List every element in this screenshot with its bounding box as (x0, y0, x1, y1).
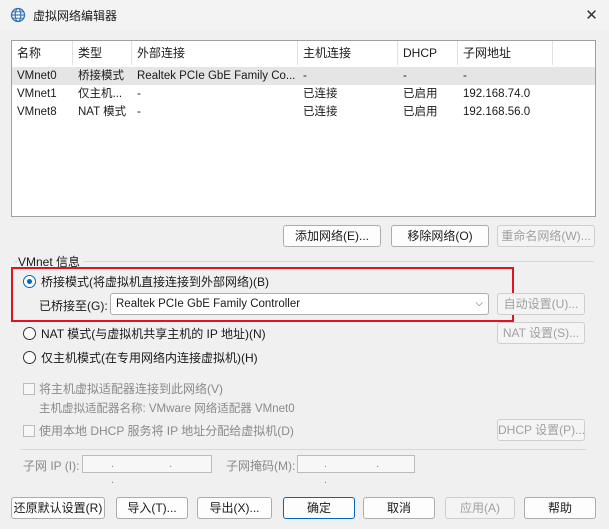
column-header-subnet[interactable]: 子网地址 (458, 41, 553, 65)
bridged-to-label: 已桥接至(G): (39, 299, 108, 313)
column-header-name[interactable]: 名称 (12, 41, 73, 65)
help-button[interactable]: 帮助 (524, 497, 596, 519)
subnet-ip-input[interactable]: . . . (82, 455, 212, 486)
subnet-mask-input[interactable]: . . . (297, 455, 415, 486)
cell-name: VMnet8 (17, 106, 57, 118)
radio-checked-icon (23, 275, 36, 288)
bridged-mode-label: 桥接模式(将虚拟机直接连接到外部网络)(B) (41, 275, 269, 289)
connect-adapter-checkbox[interactable]: 将主机虚拟适配器连接到此网络(V) (23, 380, 223, 397)
table-row[interactable]: VMnet8 NAT 模式 - 已连接 已启用 192.168.56.0 (12, 103, 595, 121)
close-button[interactable]: ✕ (574, 0, 609, 30)
dhcp-settings-button[interactable]: DHCP 设置(P)... (497, 419, 585, 441)
group-divider (14, 261, 594, 262)
close-icon: ✕ (585, 7, 598, 24)
cell-dhcp: 已启用 (403, 88, 438, 100)
rename-network-button[interactable]: 重命名网络(W)... (497, 225, 595, 247)
subnet-mask-label: 子网掩码(M): (226, 459, 296, 473)
apply-button[interactable]: 应用(A) (445, 497, 515, 519)
cell-host: - (303, 70, 307, 82)
cell-name: VMnet0 (17, 70, 57, 82)
remove-network-button[interactable]: 移除网络(O) (391, 225, 489, 247)
globe-icon (10, 7, 26, 23)
cell-type: 桥接模式 (78, 70, 124, 82)
cell-dhcp: - (403, 70, 407, 82)
bridged-mode-radio[interactable]: 桥接模式(将虚拟机直接连接到外部网络)(B) (23, 273, 269, 290)
add-network-button[interactable]: 添加网络(E)... (283, 225, 381, 247)
table-row[interactable]: VMnet0 桥接模式 Realtek PCIe GbE Family Co..… (12, 67, 595, 85)
host-only-label: 仅主机模式(在专用网络内连接虚拟机)(H) (41, 351, 258, 365)
nat-mode-label: NAT 模式(与虚拟机共享主机的 IP 地址)(N) (41, 327, 266, 341)
network-table[interactable]: 名称 类型 外部连接 主机连接 DHCP 子网地址 VMnet0 桥接模式 Re… (11, 40, 596, 217)
cell-host: 已连接 (303, 106, 338, 118)
auto-settings-button[interactable]: 自动设置(U)... (497, 293, 585, 315)
cell-subnet: 192.168.74.0 (463, 88, 531, 100)
radio-unchecked-icon (23, 351, 36, 364)
cell-subnet: 192.168.56.0 (463, 106, 531, 118)
table-row[interactable]: VMnet1 仅主机... - 已连接 已启用 192.168.74.0 (12, 85, 595, 103)
radio-unchecked-icon (23, 327, 36, 340)
column-header-dhcp[interactable]: DHCP (398, 41, 458, 65)
chevron-down-icon: ⌵ (475, 298, 483, 309)
use-dhcp-checkbox[interactable]: 使用本地 DHCP 服务将 IP 地址分配给虚拟机(D) (23, 422, 294, 439)
column-header-host[interactable]: 主机连接 (298, 41, 398, 65)
bridged-to-select[interactable]: Realtek PCIe GbE Family Controller ⌵ (110, 293, 489, 315)
checkbox-icon (23, 382, 35, 395)
cancel-button[interactable]: 取消 (363, 497, 435, 519)
import-button[interactable]: 导入(T)... (116, 497, 188, 519)
export-button[interactable]: 导出(X)... (197, 497, 272, 519)
cell-type: NAT 模式 (78, 106, 127, 118)
cell-host: 已连接 (303, 88, 338, 100)
use-dhcp-label: 使用本地 DHCP 服务将 IP 地址分配给虚拟机(D) (39, 424, 294, 438)
cell-dhcp: 已启用 (403, 106, 438, 118)
ip-separators: . . . (111, 458, 199, 486)
checkbox-icon (23, 424, 35, 437)
divider (20, 449, 586, 450)
host-only-radio[interactable]: 仅主机模式(在专用网络内连接虚拟机)(H) (23, 349, 258, 366)
ok-button[interactable]: 确定 (283, 497, 355, 519)
cell-type: 仅主机... (78, 88, 123, 100)
cell-name: VMnet1 (17, 88, 57, 100)
mask-separators: . . . (324, 458, 403, 486)
nat-mode-radio[interactable]: NAT 模式(与虚拟机共享主机的 IP 地址)(N) (23, 325, 266, 342)
restore-defaults-button[interactable]: 还原默认设置(R) (11, 497, 105, 519)
nat-settings-button[interactable]: NAT 设置(S)... (497, 322, 585, 344)
cell-external: - (137, 88, 141, 100)
column-header-type[interactable]: 类型 (73, 41, 132, 65)
cell-external: Realtek PCIe GbE Family Co... (137, 70, 296, 82)
column-header-external[interactable]: 外部连接 (132, 41, 298, 65)
cell-external: - (137, 106, 141, 118)
connect-adapter-label: 将主机虚拟适配器连接到此网络(V) (39, 382, 223, 396)
table-header: 名称 类型 外部连接 主机连接 DHCP 子网地址 (12, 41, 595, 65)
subnet-ip-label: 子网 IP (I): (23, 459, 80, 473)
adapter-name-text: 主机虚拟适配器名称: VMware 网络适配器 VMnet0 (39, 403, 295, 415)
bridged-to-value: Realtek PCIe GbE Family Controller (116, 298, 301, 310)
cell-subnet: - (463, 70, 467, 82)
window-title: 虚拟网络编辑器 (33, 9, 118, 23)
